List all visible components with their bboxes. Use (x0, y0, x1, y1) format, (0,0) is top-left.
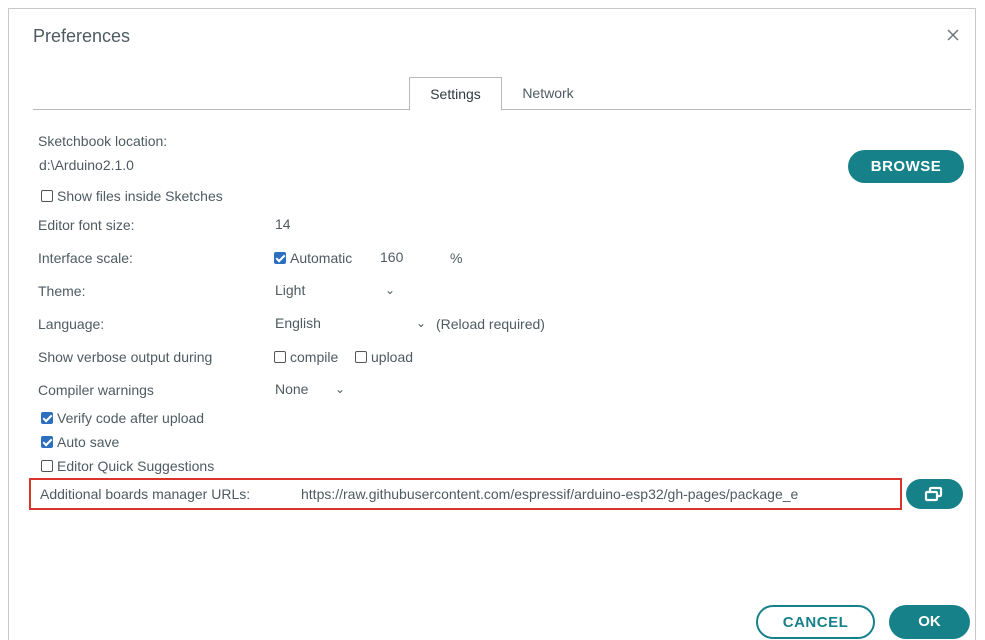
chevron-down-icon: ⌄ (334, 382, 345, 396)
sketchbook-location-input[interactable]: d:\Arduino2.1.0 (33, 150, 835, 180)
upload-option[interactable]: upload (355, 349, 413, 365)
interface-scale-label: Interface scale: (38, 250, 133, 266)
verify-after-upload-label: Verify code after upload (57, 410, 205, 426)
theme-select[interactable]: Light ⌄ (269, 277, 401, 303)
verbose-output-label: Show verbose output during (38, 349, 213, 365)
auto-save-option[interactable]: Auto save (41, 434, 119, 450)
show-files-label: Show files inside Sketches (57, 188, 223, 204)
compile-label: compile (290, 349, 339, 365)
language-select[interactable]: English ⌄ (269, 310, 432, 336)
reload-required-note: (Reload required) (436, 316, 545, 332)
preferences-dialog: Preferences Settings Network Sketchbook … (8, 8, 976, 640)
automatic-option[interactable]: Automatic (274, 250, 352, 266)
editor-font-size-input[interactable]: 14 (269, 211, 341, 237)
scale-unit: % (450, 250, 463, 266)
upload-checkbox[interactable] (355, 351, 367, 363)
chevron-down-icon: ⌄ (415, 316, 426, 330)
open-editor-icon (924, 486, 943, 502)
boards-manager-urls-row: Additional boards manager URLs: https://… (29, 478, 902, 510)
upload-label: upload (371, 349, 414, 365)
quick-suggestions-label: Editor Quick Suggestions (57, 458, 215, 474)
cancel-button[interactable]: CANCEL (756, 605, 875, 639)
compiler-warnings-select[interactable]: None ⌄ (269, 376, 351, 402)
auto-save-label: Auto save (57, 434, 120, 450)
sketchbook-location-label: Sketchbook location: (38, 133, 168, 149)
automatic-label: Automatic (290, 250, 353, 266)
dialog-title: Preferences (33, 26, 131, 46)
boards-manager-urls-input[interactable]: https://raw.githubusercontent.com/espres… (301, 486, 891, 502)
interface-scale-input[interactable]: 160 (374, 244, 444, 270)
tabs-divider (33, 109, 971, 110)
compile-checkbox[interactable] (274, 351, 286, 363)
chevron-down-icon: ⌄ (384, 283, 395, 297)
browse-button[interactable]: BROWSE (848, 150, 964, 183)
verify-after-upload-checkbox[interactable] (41, 412, 53, 424)
tab-settings[interactable]: Settings (409, 77, 502, 111)
language-value: English (275, 315, 321, 331)
auto-save-checkbox[interactable] (41, 436, 53, 448)
show-files-option[interactable]: Show files inside Sketches (41, 188, 223, 204)
theme-label: Theme: (38, 283, 86, 299)
boards-manager-urls-label: Additional boards manager URLs: (40, 486, 251, 502)
quick-suggestions-option[interactable]: Editor Quick Suggestions (41, 458, 214, 474)
compile-option[interactable]: compile (274, 349, 338, 365)
open-urls-editor-button[interactable] (906, 479, 963, 509)
language-label: Language: (38, 316, 105, 332)
close-icon[interactable] (941, 23, 965, 47)
theme-value: Light (275, 282, 306, 298)
editor-font-size-label: Editor font size: (38, 217, 135, 233)
show-files-checkbox[interactable] (41, 190, 53, 202)
quick-suggestions-checkbox[interactable] (41, 460, 53, 472)
ok-button[interactable]: OK (889, 605, 970, 639)
compiler-warnings-value: None (275, 381, 309, 397)
tab-network[interactable]: Network (505, 77, 591, 110)
automatic-checkbox[interactable] (274, 252, 286, 264)
compiler-warnings-label: Compiler warnings (38, 382, 154, 398)
verify-after-upload-option[interactable]: Verify code after upload (41, 410, 204, 426)
